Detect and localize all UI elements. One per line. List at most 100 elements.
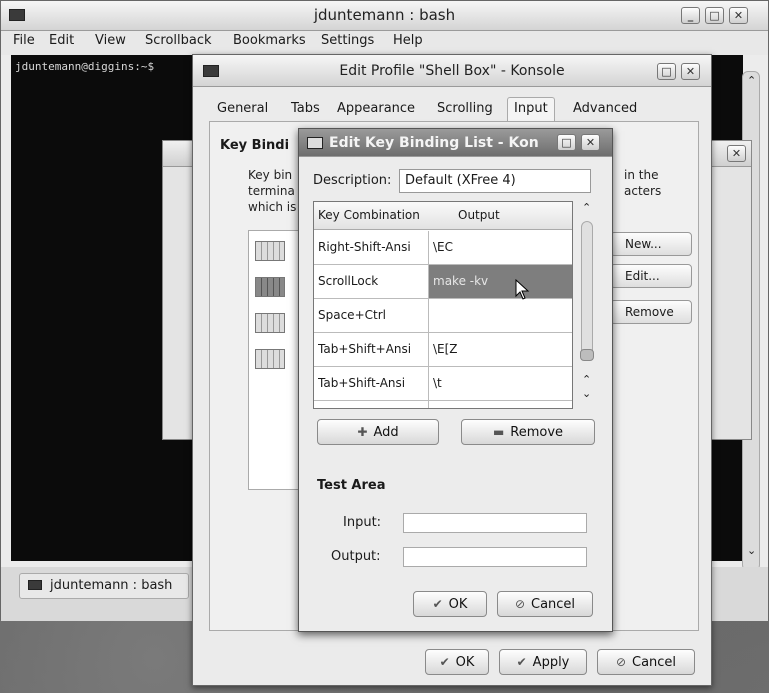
table-row[interactable]: Tab+Shift-Ansi \t bbox=[314, 367, 572, 401]
output-cell: \E[Z bbox=[428, 333, 572, 366]
edit-button[interactable]: Edit... bbox=[610, 264, 692, 288]
output-cell: \EC bbox=[428, 231, 572, 264]
profile-cancel-button[interactable]: ⊘ Cancel bbox=[597, 649, 695, 675]
keylist-close-button[interactable]: ✕ bbox=[581, 134, 600, 151]
tab-scrolling[interactable]: Scrolling bbox=[437, 101, 493, 116]
menu-settings[interactable]: Settings bbox=[321, 33, 374, 48]
scroll-up-icon[interactable]: ⌃ bbox=[582, 373, 591, 386]
scroll-track[interactable] bbox=[581, 221, 593, 361]
close-button[interactable]: ✕ bbox=[729, 7, 748, 24]
description-fragment-3: which is bbox=[248, 200, 297, 214]
profile-title: Edit Profile "Shell Box" - Konsole bbox=[339, 63, 565, 79]
keylist-cancel-label: Cancel bbox=[531, 596, 576, 612]
scroll-up-icon[interactable]: ⌃ bbox=[747, 74, 756, 87]
maximize-button[interactable]: □ bbox=[705, 7, 724, 24]
menu-view[interactable]: View bbox=[95, 33, 126, 48]
profile-cancel-label: Cancel bbox=[632, 654, 677, 670]
keylist-app-icon bbox=[307, 137, 323, 149]
column-key-combination[interactable]: Key Combination bbox=[318, 208, 420, 222]
plus-icon: ✚ bbox=[357, 425, 368, 439]
checkmark-icon: ✔ bbox=[432, 597, 443, 611]
keyboard-icon bbox=[255, 277, 285, 297]
profile-apply-button[interactable]: ✔ Apply bbox=[499, 649, 587, 675]
description-label: Description: bbox=[313, 173, 392, 188]
table-row[interactable]: Tab+Shift+Ansi \E[Z bbox=[314, 333, 572, 367]
new-button[interactable]: New... bbox=[610, 232, 692, 256]
tab-appearance[interactable]: Appearance bbox=[337, 101, 415, 116]
description-field[interactable]: Default (XFree 4) bbox=[399, 169, 591, 193]
menu-scrollback[interactable]: Scrollback bbox=[145, 33, 212, 48]
checkmark-icon: ✔ bbox=[439, 655, 450, 669]
key-bindings-heading: Key Bindi bbox=[220, 138, 290, 153]
test-area-heading: Test Area bbox=[317, 478, 386, 493]
session-tab-label: jduntemann : bash bbox=[50, 578, 173, 593]
profile-ok-button[interactable]: ✔ OK bbox=[425, 649, 489, 675]
key-combination-cell: Tab+Shift-Ansi bbox=[318, 376, 406, 390]
tab-input[interactable]: Input bbox=[507, 97, 555, 121]
remove-button[interactable]: ▬ Remove bbox=[461, 419, 595, 445]
edit-key-binding-list-dialog: Edit Key Binding List - Kon □ ✕ Descript… bbox=[298, 128, 613, 632]
minus-icon: ▬ bbox=[492, 425, 505, 439]
add-button[interactable]: ✚ Add bbox=[317, 419, 439, 445]
keylist-cancel-button[interactable]: ⊘ Cancel bbox=[497, 591, 593, 617]
scroll-down-icon[interactable]: ⌄ bbox=[582, 387, 591, 400]
profile-maximize-button[interactable]: □ bbox=[657, 63, 676, 80]
key-combination-cell: Space+Ctrl bbox=[318, 308, 386, 322]
konsole-titlebar[interactable]: jduntemann : bash _ □ ✕ bbox=[1, 1, 768, 31]
cancel-icon: ⊘ bbox=[514, 597, 525, 611]
mouse-pointer-icon bbox=[515, 279, 530, 300]
description-fragment-2: termina bbox=[248, 184, 295, 198]
remove-label: Remove bbox=[510, 424, 564, 440]
keylist-ok-button[interactable]: ✔ OK bbox=[413, 591, 487, 617]
scroll-down-icon[interactable]: ⌄ bbox=[747, 544, 756, 557]
minimize-button[interactable]: _ bbox=[681, 7, 700, 24]
menu-edit[interactable]: Edit bbox=[49, 33, 74, 48]
test-input-field[interactable] bbox=[403, 513, 587, 533]
profile-titlebar[interactable]: Edit Profile "Shell Box" - Konsole □ ✕ bbox=[193, 55, 711, 87]
output-cell bbox=[428, 299, 572, 332]
tab-tabs[interactable]: Tabs bbox=[291, 101, 320, 116]
keylist-maximize-button[interactable]: □ bbox=[557, 134, 576, 151]
test-output-field[interactable] bbox=[403, 547, 587, 567]
output-cell-editing[interactable]: make -kv bbox=[428, 265, 572, 298]
menu-bookmarks[interactable]: Bookmarks bbox=[233, 33, 306, 48]
key-binding-table[interactable]: Key Combination Output Right-Shift-Ansi … bbox=[313, 201, 573, 409]
scroll-thumb[interactable] bbox=[580, 349, 594, 361]
keyboard-icon bbox=[255, 349, 285, 369]
session-tab[interactable]: jduntemann : bash bbox=[19, 573, 189, 599]
table-header: Key Combination Output bbox=[314, 202, 572, 230]
table-scrollbar[interactable]: ⌃ ⌃ ⌄ bbox=[577, 201, 597, 409]
table-row[interactable]: Tab-Shift \t bbox=[314, 401, 572, 408]
profile-close-button[interactable]: ✕ bbox=[681, 63, 700, 80]
konsole-title: jduntemann : bash bbox=[313, 6, 456, 24]
keylist-titlebar[interactable]: Edit Key Binding List - Kon □ ✕ bbox=[299, 129, 612, 157]
terminal-tab-icon bbox=[28, 580, 42, 590]
column-output[interactable]: Output bbox=[458, 208, 500, 222]
menu-file[interactable]: File bbox=[13, 33, 35, 48]
menu-help[interactable]: Help bbox=[393, 33, 423, 48]
keylist-ok-label: OK bbox=[448, 596, 468, 612]
menubar: File Edit View Scrollback Bookmarks Sett… bbox=[1, 31, 768, 55]
tab-general[interactable]: General bbox=[217, 101, 268, 116]
profile-apply-label: Apply bbox=[532, 654, 570, 670]
keyboard-icon bbox=[255, 313, 285, 333]
description-fragment-5: acters bbox=[624, 184, 662, 198]
table-row[interactable]: Space+Ctrl bbox=[314, 299, 572, 333]
add-label: Add bbox=[373, 424, 399, 440]
output-cell: \t bbox=[428, 367, 572, 400]
background-dialog-close-button[interactable]: ✕ bbox=[727, 145, 746, 162]
profile-ok-label: OK bbox=[455, 654, 475, 670]
input-label: Input: bbox=[343, 515, 382, 530]
output-cell: \t bbox=[428, 401, 572, 408]
cancel-icon: ⊘ bbox=[615, 655, 626, 669]
remove-scheme-button[interactable]: Remove bbox=[610, 300, 692, 324]
key-combination-cell: Tab+Shift+Ansi bbox=[318, 342, 412, 356]
tab-advanced[interactable]: Advanced bbox=[573, 101, 637, 116]
shell-prompt: jduntemann@diggins:~$ bbox=[15, 60, 155, 73]
keylist-title: Edit Key Binding List - Kon bbox=[329, 135, 539, 151]
output-label: Output: bbox=[331, 549, 381, 564]
table-row[interactable]: Right-Shift-Ansi \EC bbox=[314, 231, 572, 265]
table-row-selected[interactable]: ScrollLock make -kv bbox=[314, 265, 572, 299]
keyboard-icon bbox=[255, 241, 285, 261]
scroll-up-icon[interactable]: ⌃ bbox=[582, 201, 591, 214]
